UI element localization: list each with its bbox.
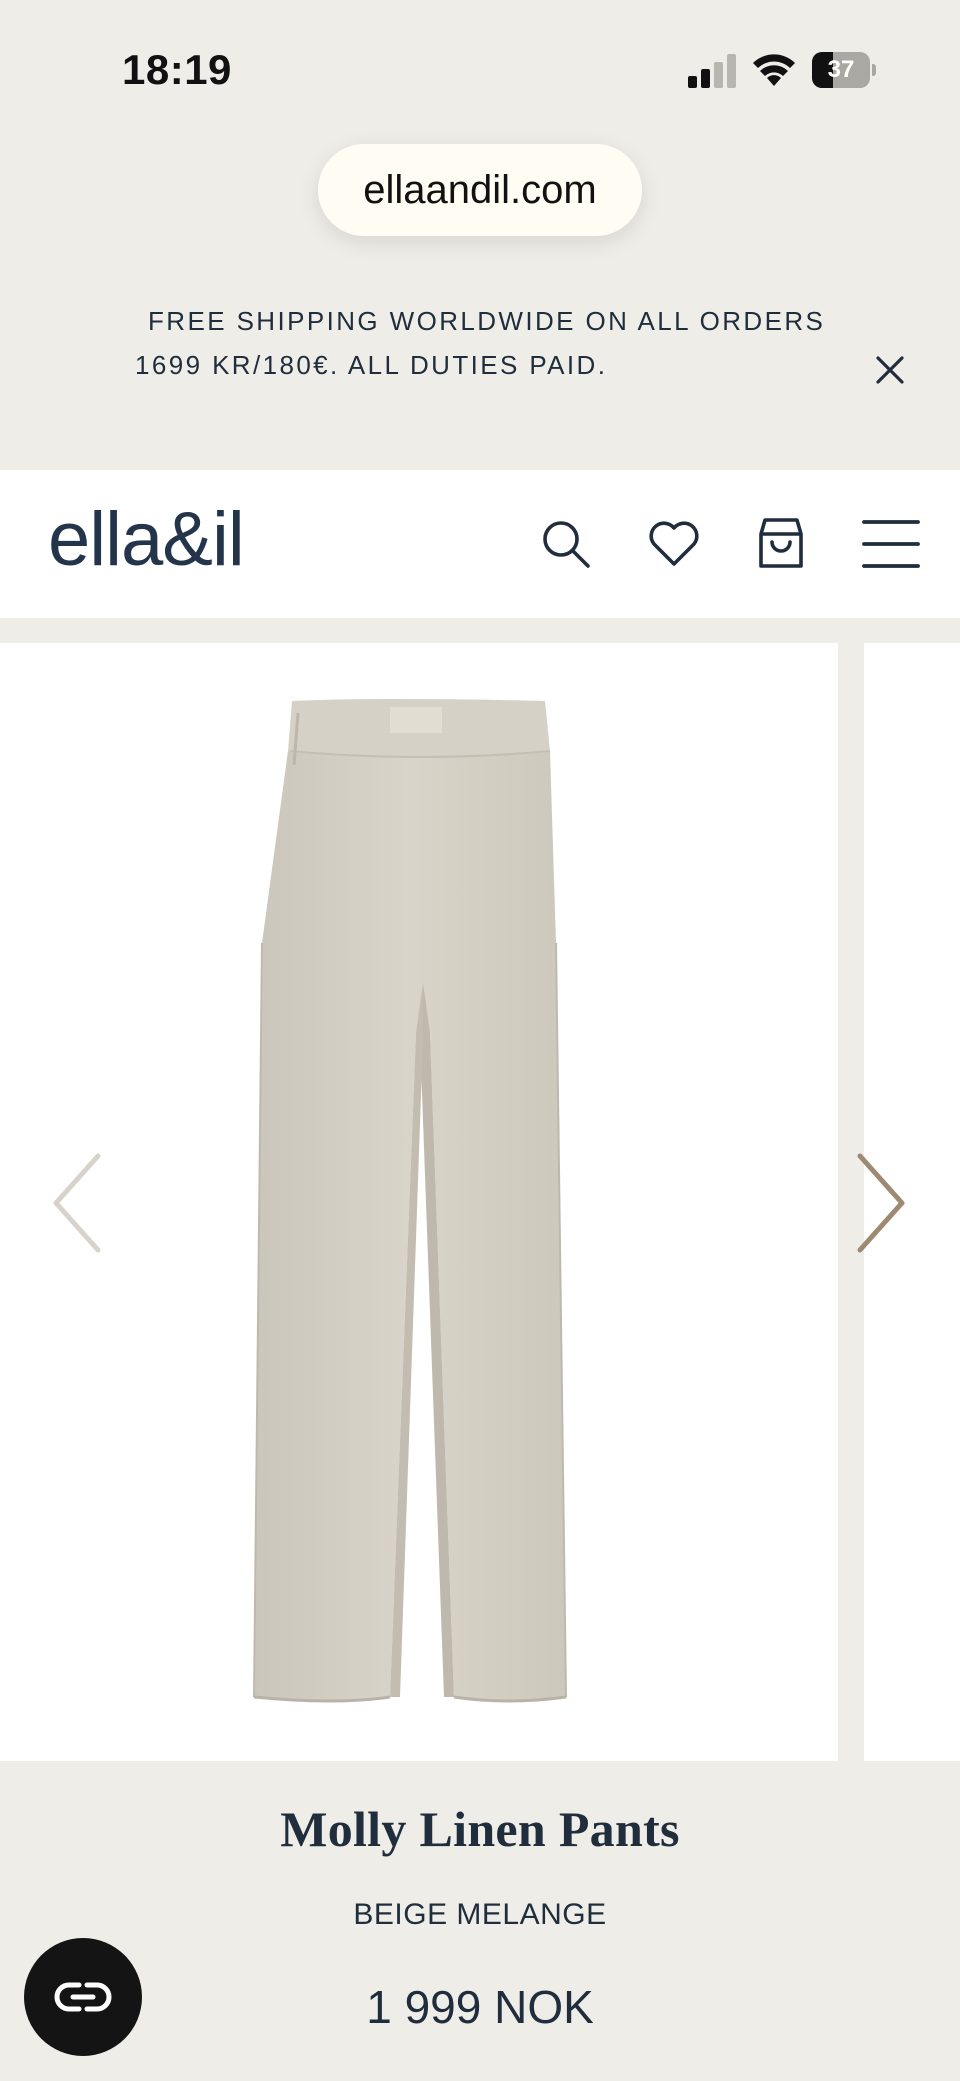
battery-cap — [872, 64, 876, 76]
chat-button[interactable] — [24, 1938, 142, 2056]
logo[interactable]: ella&il — [48, 496, 245, 583]
chevron-left-icon[interactable] — [48, 1148, 108, 1258]
url-bar[interactable]: ellaandil.com — [318, 144, 642, 236]
gallery-slide-current[interactable] — [0, 643, 838, 1761]
cellular-signal-icon — [688, 54, 736, 88]
shopping-bag-icon[interactable] — [751, 514, 811, 574]
product-gallery[interactable] — [0, 643, 960, 1761]
status-bar: 18:19 37 — [0, 0, 960, 130]
search-icon[interactable] — [536, 514, 596, 574]
announcement-line-2: 1699 KR/180€. ALL DUTIES PAID. — [135, 350, 608, 380]
battery-indicator: 37 — [812, 52, 876, 88]
wifi-icon — [753, 54, 795, 86]
site-header: ella&il — [0, 470, 960, 618]
chat-icon — [54, 1982, 112, 2012]
close-icon[interactable] — [870, 350, 910, 390]
menu-icon[interactable] — [862, 514, 922, 574]
product-price: 1 999 NOK — [366, 1981, 594, 2033]
heart-icon[interactable] — [644, 514, 704, 574]
battery-percentage: 37 — [827, 56, 855, 83]
chevron-right-icon[interactable] — [850, 1148, 910, 1258]
announcement-line-1: FREE SHIPPING WORLDWIDE ON ALL ORDERS — [148, 306, 826, 336]
product-color: BEIGE MELANGE — [353, 1898, 607, 1931]
announcement-bar: FREE SHIPPING WORLDWIDE ON ALL ORDERS 16… — [0, 290, 960, 470]
battery-body: 37 — [812, 52, 870, 88]
product-image-pants — [253, 699, 567, 1703]
product-title: Molly Linen Pants — [280, 1801, 680, 1857]
status-time: 18:19 — [122, 46, 232, 93]
